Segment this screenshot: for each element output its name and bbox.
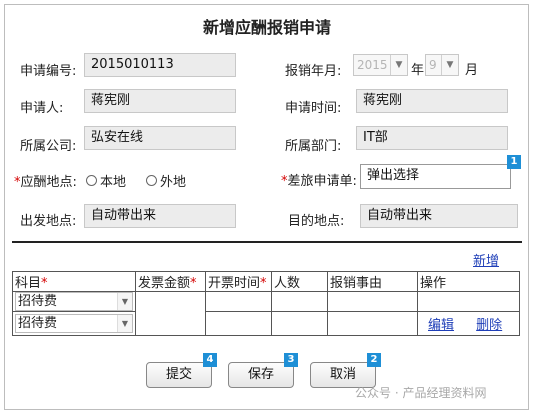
section-divider	[12, 241, 522, 243]
year-select[interactable]: 2015 ▼	[353, 54, 408, 76]
chevron-down-icon: ▼	[441, 55, 458, 75]
table-row: 招待费 ▼ 编辑 删除	[12, 311, 520, 336]
table-header-row: 科目* 发票金额* 开票时间* 人数 报销事由 操作	[12, 271, 520, 292]
year-suffix: 年	[411, 63, 425, 78]
header-subject: 科目*	[12, 271, 136, 292]
apply-time-label: 申请时间:	[285, 101, 342, 116]
company-label: 所属公司:	[20, 139, 77, 154]
app-no-field: 2015010113	[84, 53, 236, 77]
company-field: 弘安在线	[84, 126, 236, 150]
applicant-field: 蒋宪刚	[84, 89, 236, 113]
radio-other[interactable]: 外地	[146, 171, 186, 190]
dest-place-field: 自动带出来	[360, 204, 518, 228]
depart-place-label: 出发地点:	[20, 214, 77, 229]
reason-cell[interactable]	[327, 311, 418, 336]
radio-local[interactable]: 本地	[86, 171, 126, 190]
invoice-time-cell[interactable]	[205, 291, 272, 312]
header-invoice-amount: 发票金额*	[135, 271, 206, 292]
edit-link[interactable]: 编辑	[428, 318, 454, 333]
delete-link[interactable]: 删除	[476, 318, 502, 333]
apply-time-field: 蒋宪刚	[356, 89, 508, 113]
chevron-down-icon: ▼	[390, 55, 407, 75]
annotation-badge-2: 2	[367, 353, 381, 367]
reimburse-month-label: 报销年月:	[285, 64, 342, 79]
radio-other-label: 外地	[160, 175, 187, 190]
header-invoice-time: 开票时间*	[205, 271, 272, 292]
annotation-badge-4: 4	[203, 353, 217, 367]
detail-table: 科目* 发票金额* 开票时间* 人数 报销事由 操作 招待费 ▼ 招待费 ▼ 编…	[12, 271, 520, 336]
add-row-link[interactable]: 新增	[473, 250, 499, 269]
watermark: 公众号 · 产品经理资料网	[355, 386, 487, 400]
travel-app-picker[interactable]: 弹出选择	[360, 164, 511, 189]
dept-field: IT部	[356, 126, 508, 150]
chevron-down-icon: ▼	[117, 293, 132, 310]
radio-circle-icon[interactable]	[86, 175, 97, 186]
applicant-label: 申请人:	[20, 101, 64, 116]
radio-local-label: 本地	[100, 175, 127, 190]
travel-app-label: *差旅申请单:	[281, 174, 357, 189]
action-cell	[417, 291, 520, 312]
annotation-badge-1: 1	[507, 155, 521, 169]
app-no-label: 申请编号:	[20, 64, 77, 79]
subject-select[interactable]: 招待费 ▼	[15, 292, 133, 311]
annotation-badge-3: 3	[284, 353, 298, 367]
people-cell[interactable]	[271, 311, 328, 336]
header-reason: 报销事由	[327, 271, 418, 292]
invoice-amount-cell[interactable]	[135, 291, 206, 336]
header-people: 人数	[271, 271, 328, 292]
month-select[interactable]: 9 ▼	[425, 54, 459, 76]
subject-select[interactable]: 招待费 ▼	[15, 314, 133, 333]
header-action: 操作	[417, 271, 520, 292]
action-cell: 编辑 删除	[417, 311, 520, 336]
radio-circle-icon[interactable]	[146, 175, 157, 186]
dest-place-label: 目的地点:	[288, 214, 345, 229]
chevron-down-icon: ▼	[117, 315, 132, 332]
depart-place-field: 自动带出来	[84, 204, 236, 228]
reason-cell[interactable]	[327, 291, 418, 312]
invoice-time-cell[interactable]	[205, 311, 272, 336]
table-row: 招待费 ▼	[12, 291, 520, 336]
entertain-place-label: *应酬地点:	[14, 175, 77, 190]
page-title: 新增应酬报销申请	[202, 18, 331, 37]
people-cell[interactable]	[271, 291, 328, 312]
year-value: 2015	[357, 58, 388, 72]
dept-label: 所属部门:	[285, 139, 342, 154]
month-value: 9	[429, 58, 437, 72]
month-suffix: 月	[465, 63, 479, 78]
